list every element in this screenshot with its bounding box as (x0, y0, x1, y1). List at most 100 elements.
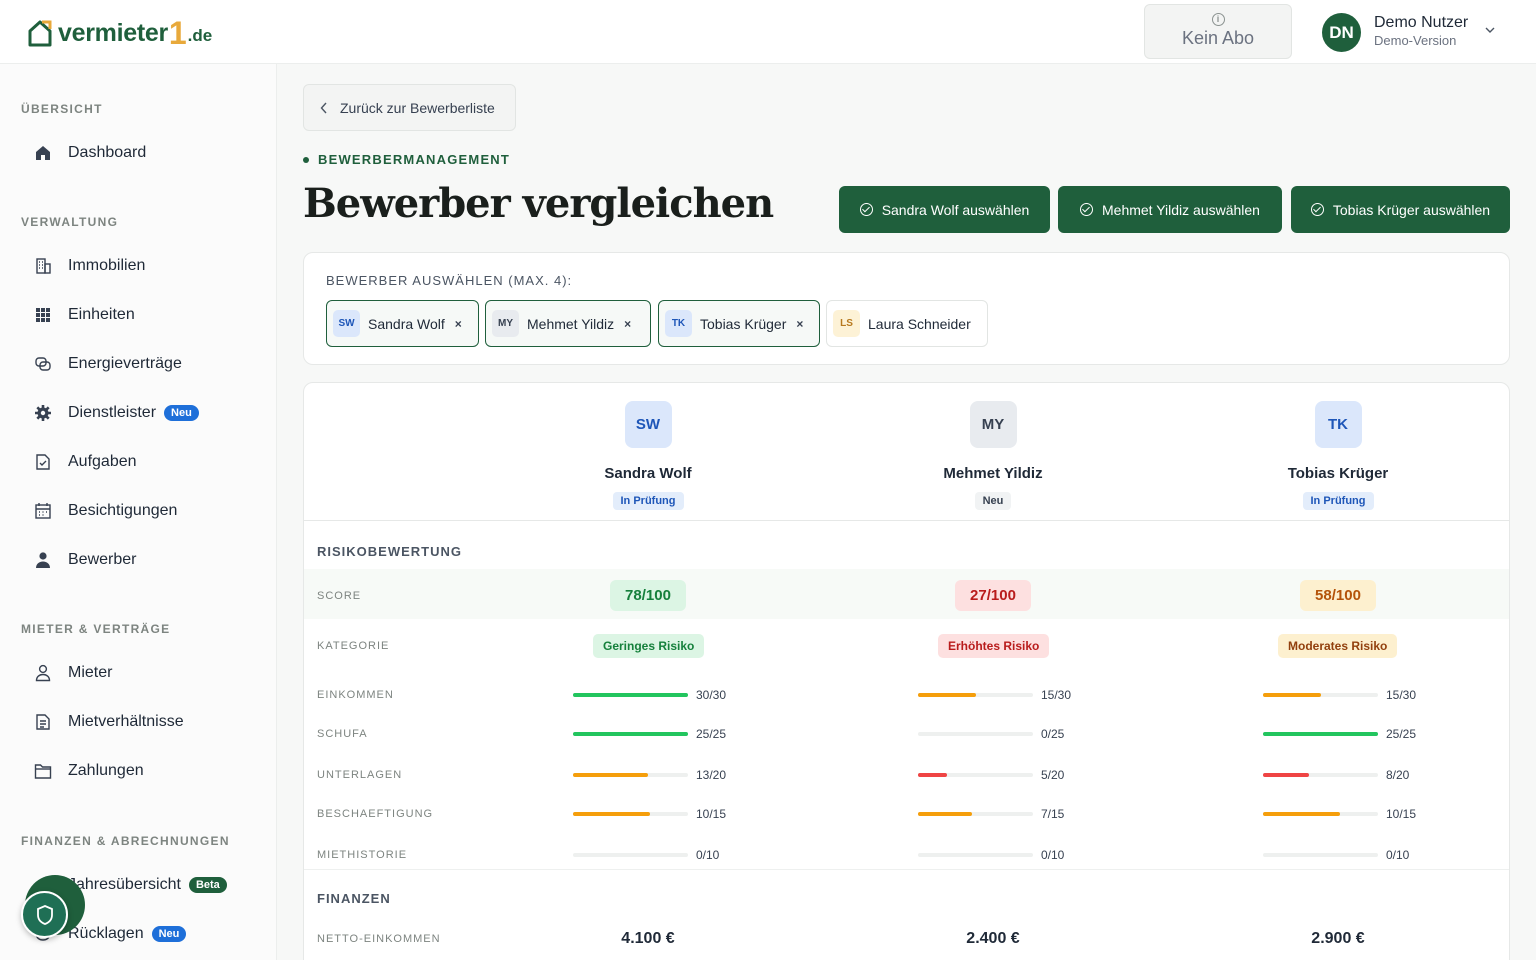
page-title: Bewerber vergleichen (303, 180, 774, 227)
applicant-name: Tobias Krüger (1287, 465, 1389, 482)
metric-value: 13/20 (696, 768, 727, 782)
net-income-value: 2.400 € (966, 930, 1020, 947)
info-icon: i (1211, 13, 1225, 26)
sidebar-item-tasks[interactable]: Aufgaben (32, 445, 262, 479)
score-bar-track (573, 812, 688, 816)
applicant-column-header: TK Tobias Krüger In Prüfung (1213, 401, 1463, 510)
score-bar-fill (918, 693, 976, 697)
score-badge: 58/100 (1300, 580, 1376, 611)
chip-mehmet-yildiz[interactable]: MY Mehmet Yildiz × (485, 300, 651, 347)
folder-icon (32, 760, 54, 782)
score-bar-track (918, 732, 1033, 736)
sidebar-item-leases[interactable]: Mietverhältnisse (32, 705, 262, 739)
risk-category-badge: Geringes Risiko (593, 634, 705, 658)
sidebar-item-payments[interactable]: Zahlungen (32, 754, 262, 788)
applicant-column-header: SW Sandra Wolf In Prüfung (523, 401, 773, 510)
sidebar-item-units[interactable]: Einheiten (32, 298, 262, 332)
sidebar-item-tenants[interactable]: Mieter (32, 656, 262, 690)
select-button-label: Sandra Wolf auswählen (881, 201, 1030, 218)
metric-value: 30/30 (696, 688, 727, 702)
privacy-fab-button[interactable] (21, 891, 68, 938)
sidebar-item-energy[interactable]: Energieverträge (32, 347, 262, 381)
score-bar-track (1263, 853, 1378, 857)
remove-icon[interactable]: × (455, 317, 462, 331)
sidebar-item-applicants[interactable]: Bewerber (32, 543, 262, 577)
subscription-label: Kein Abo (1181, 28, 1255, 48)
metric-value: 25/25 (696, 727, 727, 741)
score-bar-track (1263, 773, 1378, 777)
sidebar-section-tenants: MIETER & VERTRÄGE (21, 622, 171, 636)
chip-tobias-krueger[interactable]: TK Tobias Krüger × (658, 300, 820, 347)
logo[interactable]: vermieter 1 .de (28, 15, 213, 51)
sidebar-item-label: Einheiten (68, 306, 135, 323)
user-name[interactable]: Demo Nutzer (1374, 14, 1468, 32)
top-bar: vermieter 1 .de i Kein Abo DN Demo Nutze… (0, 0, 1536, 64)
metric-label: EINKOMMEN (317, 689, 394, 701)
subscription-button[interactable]: i Kein Abo (1144, 4, 1292, 59)
section-divider (304, 869, 1509, 870)
sidebar-item-viewings[interactable]: Besichtigungen (32, 494, 262, 528)
sidebar-item-dashboard[interactable]: Dashboard (32, 136, 262, 170)
calendar-icon (32, 500, 54, 522)
score-bar-fill (573, 773, 648, 777)
back-to-applicants-button[interactable]: Zurück zur Bewerberliste (303, 84, 516, 131)
chip-initials: SW (333, 310, 360, 337)
sidebar-item-label: Jahresübersicht (68, 876, 181, 893)
risk-category-badge: Erhöhtes Risiko (938, 634, 1050, 658)
chip-laura-schneider[interactable]: LS Laura Schneider (826, 300, 988, 347)
remove-icon[interactable]: × (796, 317, 803, 331)
select-tobias-krueger-button[interactable]: Tobias Krüger auswählen (1291, 186, 1510, 233)
sidebar-item-label: Zahlungen (68, 762, 144, 779)
score-bar-fill (573, 732, 688, 736)
chip-name: Mehmet Yildiz (527, 315, 615, 332)
house-logo-icon (28, 20, 52, 47)
score-bar-fill (918, 812, 972, 816)
sidebar-item-label: Rücklagen (68, 925, 144, 942)
user-avatar[interactable]: DN (1322, 13, 1361, 52)
home-icon (32, 142, 54, 164)
metric-value: 15/30 (1041, 688, 1072, 702)
check-circle-icon (1080, 203, 1093, 216)
metric-label: MIETHISTORIE (317, 849, 408, 861)
select-button-label: Tobias Krüger auswählen (1332, 201, 1491, 218)
applicant-name: Sandra Wolf (604, 465, 692, 482)
person-filled-icon (32, 549, 54, 571)
person-icon (32, 662, 54, 684)
metric-label: UNTERLAGEN (317, 769, 403, 781)
metric-label: SCHUFA (317, 728, 368, 740)
remove-icon[interactable]: × (624, 317, 631, 331)
select-button-label: Mehmet Yildiz auswählen (1102, 201, 1260, 218)
score-bar-fill (573, 693, 688, 697)
select-sandra-wolf-button[interactable]: Sandra Wolf auswählen (839, 186, 1050, 233)
chevron-left-icon (320, 102, 327, 113)
chip-name: Laura Schneider (868, 315, 971, 332)
score-bar-track (573, 773, 688, 777)
logo-text: vermieter (58, 19, 168, 47)
sidebar-item-properties[interactable]: Immobilien (32, 249, 262, 283)
document-icon (32, 711, 54, 733)
logo-one: 1 (168, 15, 187, 51)
metric-value: 25/25 (1386, 727, 1417, 741)
score-bar-fill (1263, 812, 1340, 816)
score-label: SCORE (317, 590, 362, 602)
metric-value: 0/10 (1386, 848, 1410, 862)
score-bar-fill (1263, 693, 1321, 697)
metric-value: 8/20 (1386, 768, 1410, 782)
grid-icon (32, 304, 54, 326)
metric-value: 0/25 (1041, 727, 1065, 741)
metric-label: BESCHAEFTIGUNG (317, 808, 434, 820)
logo-tld: .de (187, 26, 213, 45)
chip-sandra-wolf[interactable]: SW Sandra Wolf × (326, 300, 479, 347)
select-mehmet-yildiz-button[interactable]: Mehmet Yildiz auswählen (1058, 186, 1282, 233)
gear-icon (32, 402, 54, 424)
applicant-name: Mehmet Yildiz (943, 465, 1043, 482)
applicant-avatar: SW (624, 401, 672, 448)
chip-initials: TK (665, 310, 692, 337)
status-badge: Neu (974, 492, 1012, 510)
sidebar-item-service-providers[interactable]: Dienstleister Neu (32, 396, 262, 430)
sidebar-section-administration: VERWALTUNG (21, 215, 119, 229)
chevron-down-icon[interactable] (1484, 24, 1496, 36)
picker-label: BEWERBER AUSWÄHLEN (MAX. 4): (326, 273, 573, 288)
new-badge: Neu (151, 926, 187, 942)
score-badge: 78/100 (610, 580, 686, 611)
